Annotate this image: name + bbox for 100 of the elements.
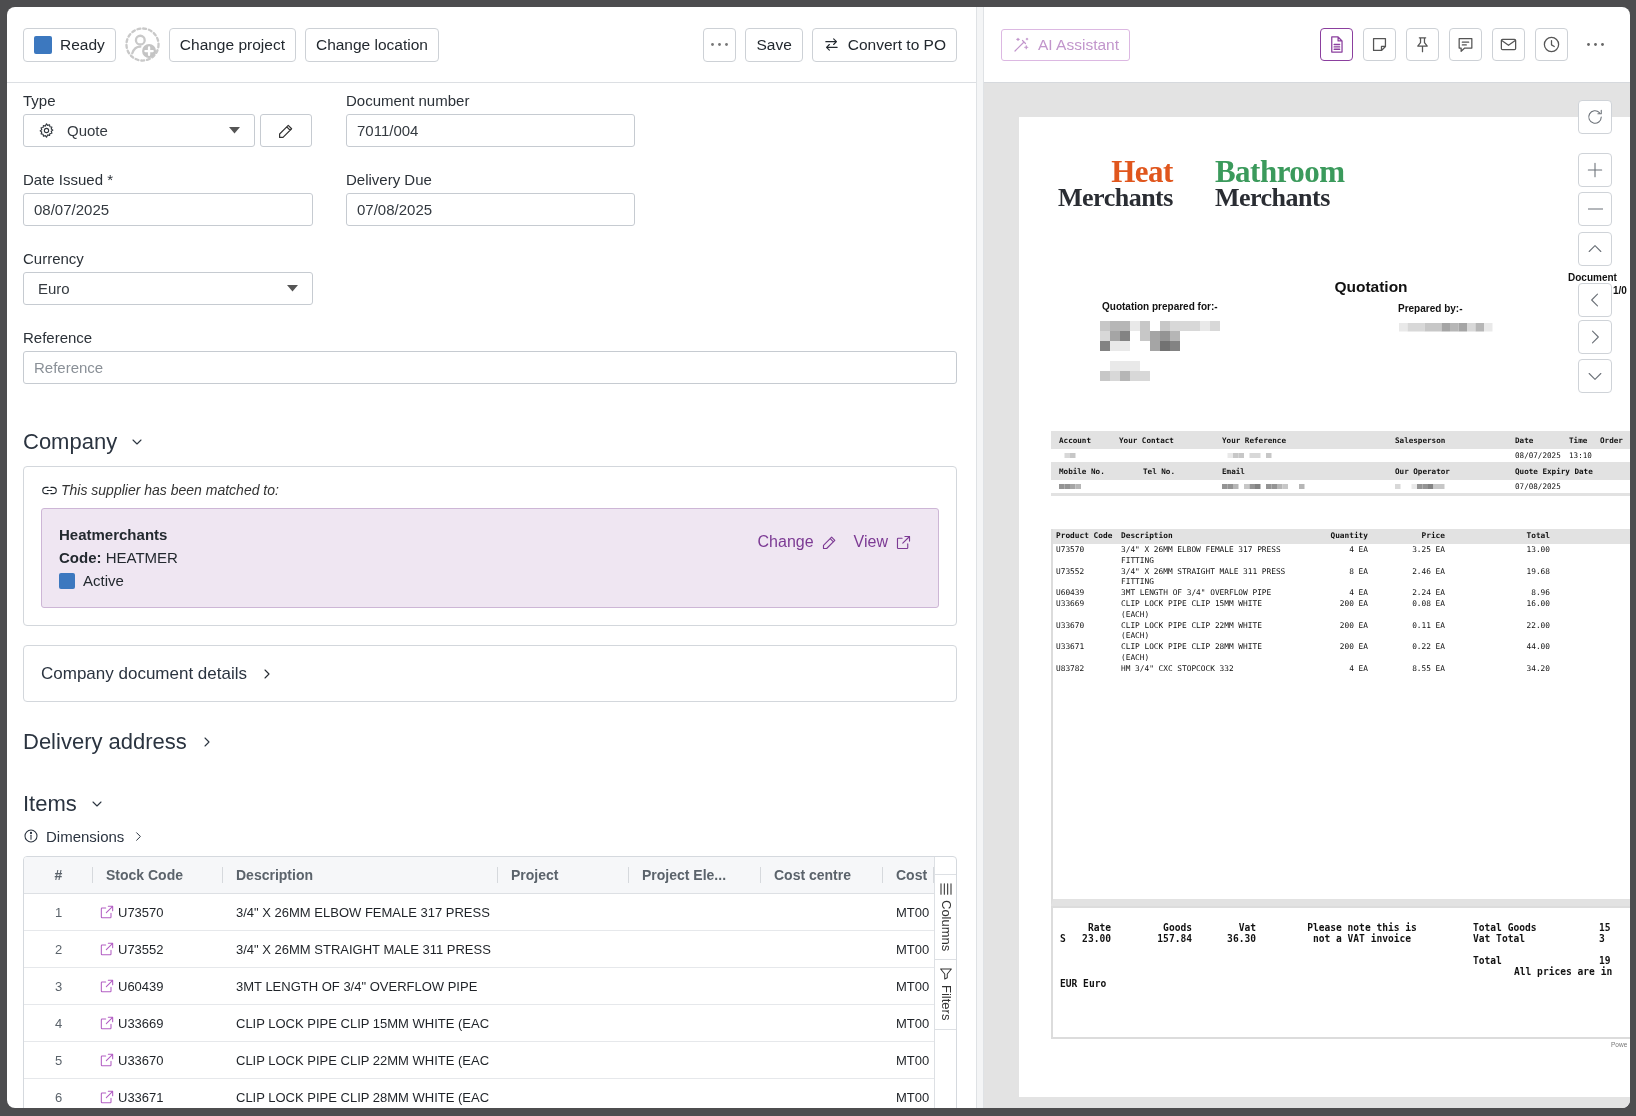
collapsible-panel[interactable]: Company document details	[23, 645, 957, 702]
row-number: 2	[53, 940, 64, 959]
status-button[interactable]: Ready	[23, 27, 116, 62]
row-number: 1	[53, 903, 64, 922]
gear-icon	[38, 122, 55, 139]
column-header: Rate	[1086, 922, 1111, 933]
table-cell-text: 3/4" X 26MM ELBOW FEMALE 317 PRESS	[235, 903, 491, 922]
sticky-note-icon	[1370, 35, 1389, 54]
total-value: 3	[1599, 933, 1606, 944]
logo-text: Bathroom	[1214, 159, 1345, 185]
table-cell-text: S	[1060, 933, 1067, 944]
resize-handle[interactable]	[976, 7, 984, 1108]
date-field[interactable]: 08/07/2025	[23, 193, 313, 226]
external-link-icon[interactable]	[99, 1052, 115, 1068]
document-label: Document	[1568, 271, 1617, 284]
viewer-button[interactable]	[1578, 283, 1612, 317]
dimensions-label: Dimensions	[46, 827, 125, 845]
clock-icon	[1542, 35, 1561, 54]
more-icon[interactable]	[1587, 43, 1604, 46]
table-cell-text: MT00	[895, 1014, 931, 1033]
column-header: Vat	[1237, 922, 1256, 933]
document-number: 1/0	[1613, 284, 1627, 297]
link[interactable]: View	[853, 533, 912, 551]
viewer-button[interactable]	[1578, 192, 1612, 226]
table-cell-text: 23.00	[1081, 933, 1111, 944]
viewer-button[interactable]	[1578, 100, 1612, 134]
row-number: 4	[53, 1014, 64, 1033]
status-text: Active	[83, 571, 124, 591]
select-field[interactable]: Euro	[23, 272, 313, 305]
viewer-button[interactable]	[1578, 320, 1612, 354]
column-header: Stock Code	[93, 857, 223, 893]
external-link-icon[interactable]	[99, 1089, 115, 1105]
column-header: Cost centre	[761, 857, 883, 893]
caret-icon	[287, 285, 298, 292]
row-number: 5	[53, 1051, 64, 1070]
table-cell-text: 157.84	[1156, 933, 1192, 944]
table-cell: U33669	[118, 1015, 164, 1031]
table-cell: U73552	[118, 941, 164, 957]
field-label: Document number	[346, 91, 471, 111]
column-header: Description	[223, 857, 498, 893]
table-cell-text: MT00	[895, 1051, 931, 1070]
column-header: Goods	[1162, 922, 1192, 933]
logo-text: Merchants	[1214, 185, 1331, 211]
action-button[interactable]: Change project	[168, 27, 296, 62]
side-panel-tab[interactable]: Columns	[935, 874, 956, 961]
table-cell-text: CLIP LOCK PIPE CLIP 28MM WHITE (EAC	[235, 1088, 491, 1107]
link[interactable]: Change	[757, 533, 838, 551]
currency-text: EUR Euro	[1060, 978, 1108, 989]
table-cell: U33671	[118, 1089, 164, 1105]
table-cell-text: MT00	[895, 940, 931, 959]
section-title: Delivery address	[23, 729, 187, 755]
caret-icon	[229, 127, 240, 134]
panel-title: Company document details	[41, 663, 247, 684]
external-link-icon	[895, 533, 912, 551]
table-cell-text: MT00	[895, 903, 931, 922]
table-cell: U33670	[118, 1052, 164, 1068]
table-cell: U73570	[118, 904, 164, 920]
external-link-icon[interactable]	[99, 904, 115, 920]
table-cell: U60439	[118, 978, 164, 994]
total-value: 15	[1599, 922, 1612, 933]
total-label: Total	[1473, 955, 1503, 966]
section-title: Items	[23, 791, 77, 817]
table-cell-text: MT00	[895, 1088, 931, 1107]
viewer-button[interactable]	[1578, 232, 1612, 266]
field-label: Delivery Due	[346, 170, 433, 190]
prepared-for-label: Quotation prepared for:-	[1102, 301, 1219, 314]
action-button[interactable]: Save	[745, 27, 803, 62]
info-icon	[23, 828, 39, 844]
field-label: Reference	[23, 328, 94, 348]
date-field[interactable]: 07/08/2025	[346, 193, 635, 226]
redacted-text	[1059, 483, 1081, 490]
total-label: Vat Total	[1473, 933, 1526, 944]
field-label: Type	[23, 91, 57, 111]
viewer-button[interactable]	[1578, 359, 1612, 393]
viewer-button[interactable]	[1578, 153, 1612, 187]
total-label: Total Goods	[1473, 922, 1538, 933]
edit-button[interactable]	[260, 114, 312, 147]
logo-text: Merchants	[1058, 185, 1173, 211]
ellipsis-icon	[711, 43, 729, 46]
text-field[interactable]: 7011/004	[346, 114, 635, 147]
action-button[interactable]: Change location	[304, 27, 439, 62]
external-link-icon[interactable]	[99, 978, 115, 994]
magic-wand-icon	[1012, 35, 1030, 54]
row-number: 6	[53, 1088, 64, 1107]
zoom-in-icon	[1585, 160, 1605, 180]
section-title: Company	[23, 429, 118, 455]
prepared-by-label: Prepared by:-	[1398, 302, 1464, 316]
panel-tab[interactable]	[1320, 28, 1353, 61]
text-field[interactable]: Reference	[23, 351, 957, 384]
table-cell-text: 3MT LENGTH OF 3/4" OVERFLOW PIPE	[235, 977, 479, 996]
total-value: 19	[1599, 955, 1612, 966]
external-link-icon[interactable]	[99, 941, 115, 957]
column-header: Cost	[883, 857, 934, 893]
table-cell-text: 3/4" X 26MM STRAIGHT MALE 311 PRESS	[235, 940, 492, 959]
logo-text: Heat	[1111, 159, 1173, 185]
table-cell-text: MT00	[895, 977, 931, 996]
external-link-icon[interactable]	[99, 1015, 115, 1031]
comment-icon	[1456, 35, 1475, 54]
select-field[interactable]: Quote	[23, 114, 255, 147]
convert-button[interactable]: Convert to PO	[811, 27, 957, 62]
